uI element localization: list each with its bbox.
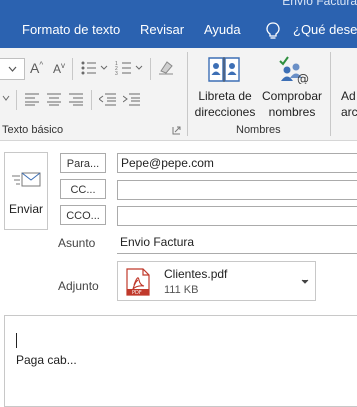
pdf-badge-text: PDF (132, 290, 142, 296)
decrease-indent-icon[interactable] (99, 92, 117, 106)
group-divider (330, 52, 331, 136)
align-right-icon[interactable] (69, 92, 85, 106)
bcc-button[interactable]: CCO... (60, 205, 106, 225)
message-body[interactable]: Paga cab... (4, 315, 357, 407)
align-center-icon[interactable] (47, 92, 63, 106)
subject-field[interactable]: Envio Factura (120, 235, 357, 249)
attachment-item[interactable]: PDF Clientes.pdf 111 KB (117, 261, 316, 301)
address-book-label-line1: Libreta de (198, 89, 252, 103)
ribbon-tab-bar: Envío Factura Formato de texto Revisar A… (0, 0, 357, 48)
address-book-label-line2: direcciones (194, 105, 256, 119)
subject-label: Asunto (58, 236, 96, 250)
clear-formatting-icon[interactable] (158, 59, 174, 75)
group-label-basic-text: Texto básico (2, 124, 64, 136)
bcc-field[interactable] (117, 206, 357, 226)
tell-me-search[interactable]: ¿Qué desea (293, 22, 357, 37)
window-title: Envío Factura (282, 0, 357, 8)
cc-field[interactable] (117, 180, 357, 200)
group-divider (187, 52, 188, 136)
attachment-label: Adjunto (58, 279, 99, 293)
cc-button[interactable]: CC... (60, 179, 106, 199)
send-label: Enviar (8, 202, 43, 216)
bullets-icon[interactable] (80, 60, 110, 76)
attach-file-label-line1: Ad (341, 89, 356, 103)
group-label-names: Nombres (236, 124, 281, 136)
check-names-label-line1: Comprobar (261, 89, 323, 103)
check-names-icon: @ (279, 56, 309, 84)
address-book-icon (208, 57, 240, 82)
to-field[interactable]: Pepe@pepe.com (117, 153, 357, 173)
chevron-down-icon (8, 66, 17, 72)
grow-font-icon[interactable]: A^ (30, 60, 43, 76)
check-names-label-line2: nombres (268, 105, 316, 119)
divider (91, 90, 92, 110)
divider (72, 58, 73, 80)
attachment-size: 111 KB (164, 284, 199, 296)
address-book-button[interactable]: Libreta de direcciones (190, 52, 258, 122)
ribbon: A^ Av 1 2 3 Texto básico Libreta de dire… (0, 48, 357, 141)
svg-text:3: 3 (115, 71, 118, 76)
envelope-send-icon (12, 172, 41, 187)
attach-file-button[interactable]: Ad arc (341, 88, 357, 120)
dialog-launcher-icon[interactable] (172, 126, 181, 135)
attachment-menu-chevron-icon[interactable] (301, 279, 309, 285)
shrink-font-icon[interactable]: Av (53, 61, 65, 76)
body-text: Paga cab... (16, 353, 77, 367)
tab-revisar[interactable]: Revisar (140, 22, 184, 37)
check-names-button[interactable]: @ Comprobar nombres (258, 52, 326, 122)
attach-file-label-line2: arc (341, 105, 357, 119)
tab-ayuda[interactable]: Ayuda (204, 22, 241, 37)
numbering-icon[interactable]: 1 2 3 (115, 60, 145, 76)
svg-text:@: @ (297, 72, 309, 84)
subject-underline (117, 253, 357, 254)
font-size-dropdown[interactable] (0, 58, 25, 80)
divider (150, 58, 151, 80)
align-left-icon[interactable] (25, 92, 41, 106)
check-names-label: Comprobar nombres (258, 88, 326, 120)
text-cursor (16, 333, 17, 348)
send-button[interactable]: Enviar (4, 152, 48, 230)
pdf-file-icon: PDF (126, 268, 150, 296)
lightbulb-icon (266, 22, 280, 39)
tab-formato-de-texto[interactable]: Formato de texto (22, 22, 120, 37)
to-button[interactable]: Para... (60, 153, 106, 173)
chevron-down-icon (2, 95, 10, 101)
divider (16, 90, 17, 110)
address-book-label: Libreta de direcciones (190, 88, 260, 120)
increase-indent-icon[interactable] (123, 92, 141, 106)
attachment-filename: Clientes.pdf (164, 267, 228, 281)
